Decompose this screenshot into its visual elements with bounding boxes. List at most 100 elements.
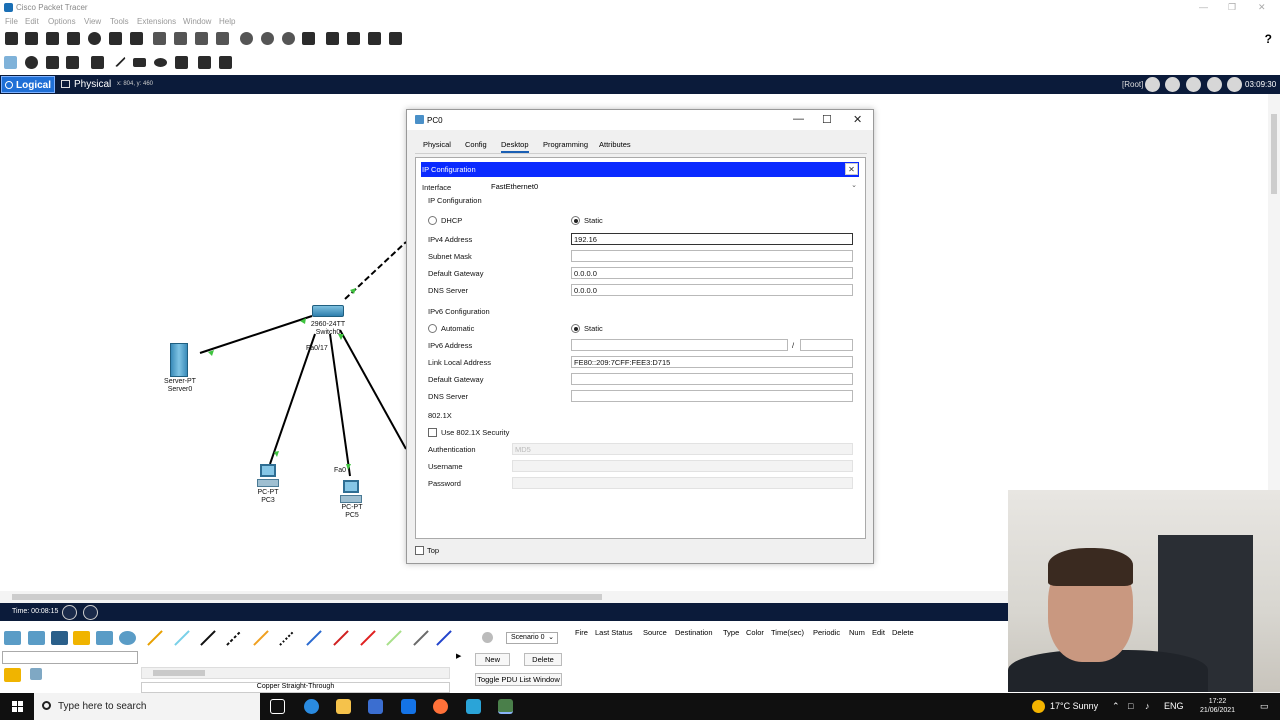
paste-icon[interactable] — [174, 32, 187, 45]
delete-icon[interactable] — [46, 56, 59, 69]
device-search-field[interactable] — [2, 651, 138, 664]
pc5-icon[interactable] — [340, 480, 362, 504]
dhcp-radio[interactable] — [428, 216, 437, 225]
download-app-icon[interactable] — [466, 699, 481, 714]
dialog-maximize-icon[interactable]: ☐ — [822, 113, 832, 126]
authentication-select[interactable]: MD5 — [512, 443, 853, 455]
activity-wizard-icon[interactable] — [109, 32, 122, 45]
pc3-icon[interactable] — [257, 464, 279, 488]
image-icon[interactable] — [389, 32, 402, 45]
file-explorer-icon[interactable] — [336, 699, 351, 714]
menu-tools[interactable]: Tools — [110, 17, 129, 26]
ipv4-address-input[interactable]: 192.16 — [571, 233, 853, 245]
zoom-reset-icon[interactable] — [261, 32, 274, 45]
resize-shape-icon[interactable] — [66, 56, 79, 69]
tab-programming[interactable]: Programming — [543, 140, 588, 149]
static-ipv4-radio[interactable] — [571, 216, 580, 225]
delete-scenario-button[interactable]: Delete — [524, 653, 562, 666]
menu-window[interactable]: Window — [183, 17, 211, 26]
static-ipv6-radio[interactable] — [571, 324, 580, 333]
server0-icon[interactable] — [170, 343, 188, 377]
usb-cable-icon[interactable] — [432, 628, 454, 648]
workspace-list-icon[interactable] — [368, 32, 381, 45]
ip-config-close-icon[interactable]: ✕ — [845, 163, 858, 175]
tab-attributes[interactable]: Attributes — [599, 140, 631, 149]
physical-mode-tab[interactable]: Physical — [58, 76, 114, 93]
mail-icon[interactable] — [401, 699, 416, 714]
network-info-icon[interactable] — [130, 32, 143, 45]
print-icon[interactable] — [67, 32, 80, 45]
power-cycle-icon[interactable] — [62, 605, 77, 620]
new-scenario-button[interactable]: New — [475, 653, 510, 666]
ipv4-dns-server-input[interactable]: 0.0.0.0 — [571, 284, 853, 296]
microsoft-store-icon[interactable] — [368, 699, 383, 714]
menu-help[interactable]: Help — [219, 17, 235, 26]
cloud-icon[interactable] — [1165, 77, 1180, 92]
auto-connection-icon[interactable] — [143, 628, 165, 648]
draw-ellipse-icon[interactable] — [154, 58, 167, 67]
fiber-icon[interactable] — [249, 628, 271, 648]
logical-mode-tab[interactable]: Logical — [1, 76, 55, 93]
taskbar-clock[interactable]: 17:22 21/06/2021 — [1200, 697, 1235, 715]
subnet-mask-input[interactable] — [571, 250, 853, 262]
connections-category-icon[interactable] — [73, 631, 90, 645]
custom-device-icon[interactable] — [326, 32, 339, 45]
username-input[interactable] — [512, 460, 853, 472]
firefox-icon[interactable] — [433, 699, 448, 714]
network-devices-category-icon[interactable] — [4, 631, 21, 645]
close-icon[interactable]: ✕ — [1258, 2, 1266, 13]
hscroll-thumb[interactable] — [12, 594, 602, 600]
viewport-icon[interactable] — [1186, 77, 1201, 92]
use-8021x-checkbox[interactable] — [428, 428, 437, 437]
pc0-dialog-titlebar[interactable]: PC0 — ☐ ✕ — [407, 110, 873, 130]
info-icon[interactable] — [88, 32, 101, 45]
ipv6-default-gateway-input[interactable] — [571, 373, 853, 385]
new-file-icon[interactable] — [5, 32, 18, 45]
link-local-address-input[interactable]: FE80::209:7CFF:FEE3:D715 — [571, 356, 853, 368]
connections-scroll-thumb[interactable] — [153, 670, 205, 676]
undo-icon[interactable] — [195, 32, 208, 45]
menu-edit[interactable]: Edit — [25, 17, 39, 26]
freeform-icon[interactable] — [175, 56, 188, 69]
tab-physical[interactable]: Physical — [423, 140, 451, 149]
copy-icon[interactable] — [153, 32, 166, 45]
toggle-pdu-list-button[interactable]: Toggle PDU List Window — [475, 673, 562, 686]
inspect-icon[interactable] — [25, 56, 38, 69]
misc-category-icon[interactable] — [96, 631, 113, 645]
menu-extensions[interactable]: Extensions — [137, 17, 176, 26]
volume-icon[interactable]: ♪ — [1145, 701, 1150, 711]
vscroll-thumb[interactable] — [1271, 114, 1277, 194]
minimize-icon[interactable]: — — [1199, 2, 1208, 12]
restore-icon[interactable]: ❐ — [1228, 2, 1236, 13]
components-category-icon[interactable] — [51, 631, 68, 645]
end-devices-category-icon[interactable] — [28, 631, 45, 645]
multiuser-category-icon[interactable] — [119, 631, 136, 645]
collapse-arrow-icon[interactable]: ▶ — [456, 652, 464, 662]
task-view-icon[interactable] — [270, 699, 285, 714]
connections-scrollbar[interactable] — [141, 667, 450, 679]
add-simple-pdu-icon[interactable] — [198, 56, 211, 69]
dialog-close-icon[interactable]: ✕ — [853, 113, 862, 126]
ipv6-address-input[interactable] — [571, 339, 788, 351]
notifications-icon[interactable]: ▭ — [1260, 701, 1269, 712]
fast-forward-icon[interactable] — [83, 605, 98, 620]
add-complex-pdu-icon[interactable] — [219, 56, 232, 69]
octal-cable-icon[interactable] — [382, 628, 404, 648]
copper-straight-through-icon[interactable] — [196, 628, 218, 648]
zoom-in-icon[interactable] — [240, 32, 253, 45]
view-command-log-icon[interactable] — [347, 32, 360, 45]
packet-tracer-taskbar-icon[interactable] — [498, 699, 513, 714]
phone-cable-icon[interactable] — [275, 628, 297, 648]
tray-chevron-icon[interactable]: ⌃ — [1112, 701, 1120, 712]
zoom-out-icon[interactable] — [282, 32, 295, 45]
edge-icon[interactable] — [304, 699, 319, 714]
console-cable-icon[interactable] — [170, 628, 192, 648]
serial-dte-icon[interactable] — [356, 628, 378, 648]
serial-dce-icon[interactable] — [329, 628, 351, 648]
place-note-icon[interactable] — [91, 56, 104, 69]
tab-config[interactable]: Config — [465, 140, 487, 149]
back-icon[interactable] — [1145, 77, 1160, 92]
grid-icon[interactable] — [30, 668, 42, 680]
menu-view[interactable]: View — [84, 17, 101, 26]
save-icon[interactable] — [46, 32, 59, 45]
